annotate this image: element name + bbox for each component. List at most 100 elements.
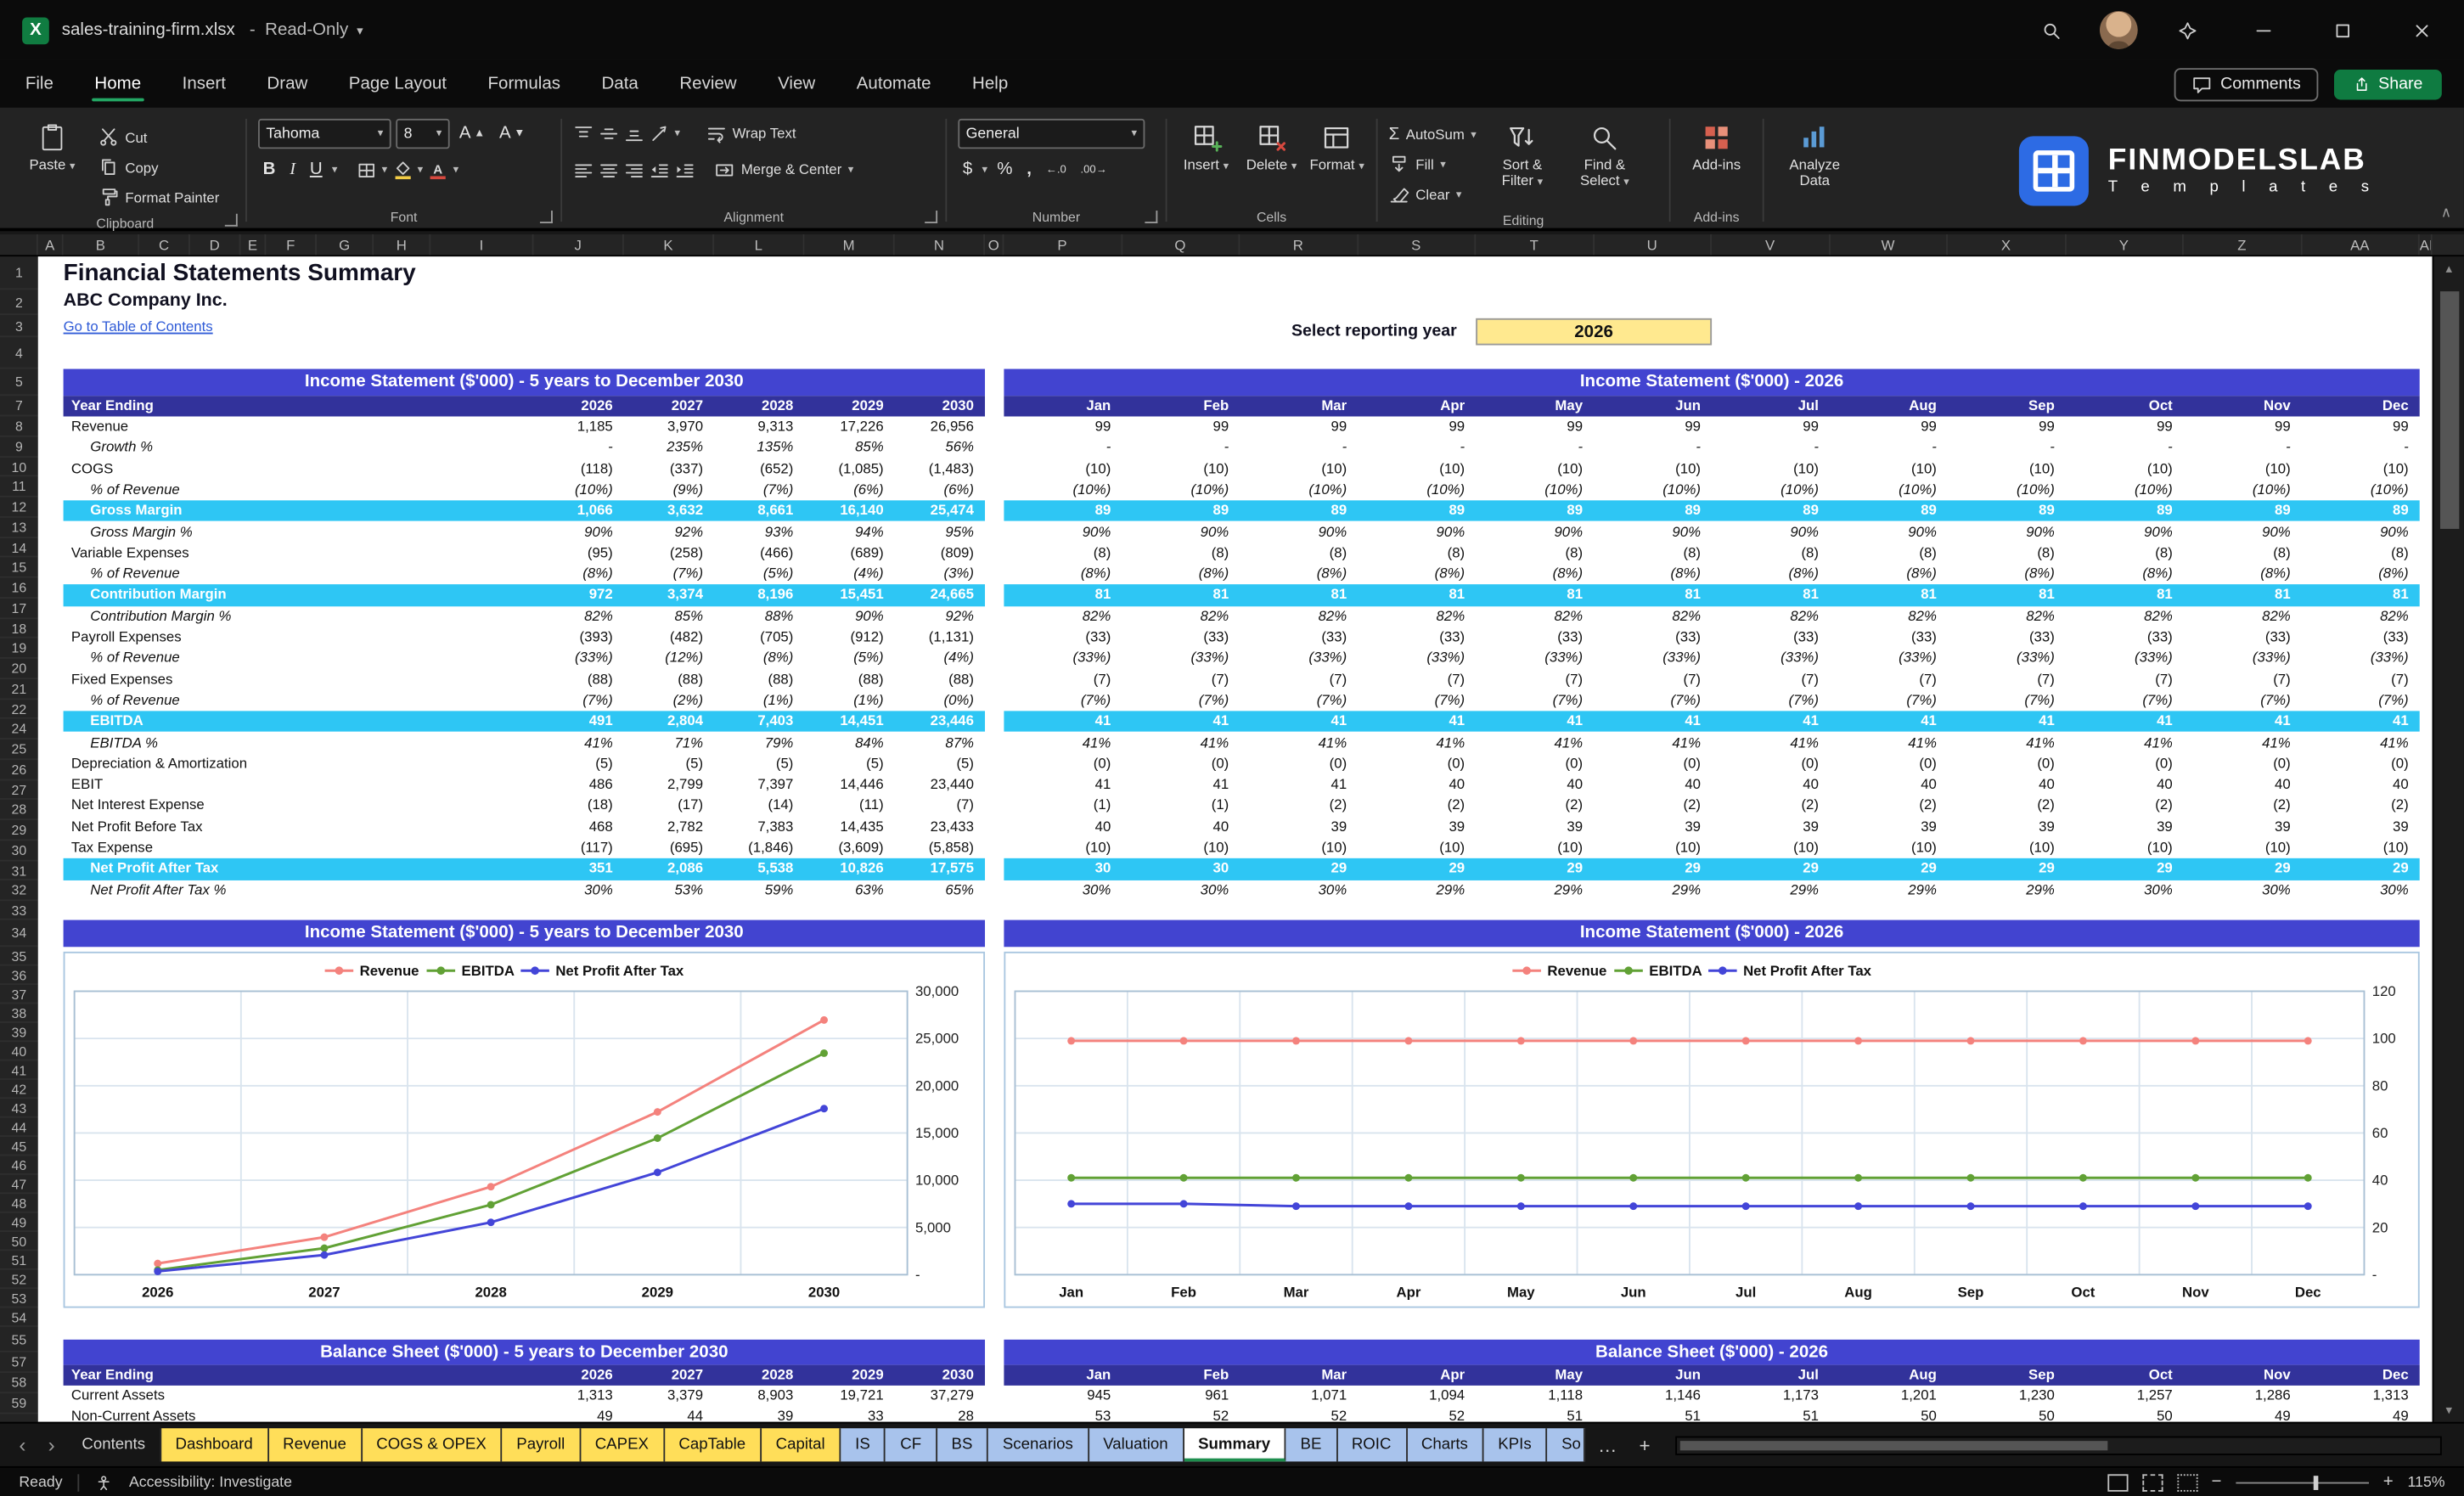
- cell[interactable]: 1,071: [1240, 1386, 1358, 1406]
- sheet-tab-captable[interactable]: CapTable: [665, 1428, 762, 1461]
- cell[interactable]: (393): [534, 627, 624, 649]
- cell[interactable]: (33): [1594, 627, 1712, 649]
- cell[interactable]: (8): [1712, 543, 1830, 564]
- row-header-16[interactable]: 16: [0, 578, 38, 599]
- merge-center-button[interactable]: Merge & Center▾: [714, 156, 853, 183]
- row-header-5[interactable]: 5: [0, 369, 38, 396]
- income-annual-row[interactable]: Net Profit Before Tax4682,7827,38314,435…: [64, 817, 985, 838]
- cell[interactable]: 81: [1240, 585, 1358, 606]
- menu-tab-formulas[interactable]: Formulas: [485, 65, 564, 103]
- cell[interactable]: 51: [1594, 1406, 1712, 1422]
- cell[interactable]: Jul: [1712, 396, 1830, 416]
- cell[interactable]: 7,383: [714, 817, 804, 838]
- cell[interactable]: (2): [2066, 796, 2184, 817]
- cell[interactable]: (5): [804, 753, 894, 774]
- cell[interactable]: (10%): [1830, 480, 1948, 501]
- column-header-H[interactable]: H: [374, 234, 430, 255]
- row-header-46[interactable]: 46: [0, 1156, 38, 1174]
- cell[interactable]: 30: [1122, 858, 1240, 880]
- cell[interactable]: (10): [1948, 838, 2066, 859]
- column-header-J[interactable]: J: [534, 234, 624, 255]
- income-annual-banner[interactable]: Income Statement ($'000) - 5 years to De…: [64, 369, 985, 396]
- maximize-button[interactable]: [2315, 6, 2369, 53]
- row-header-43[interactable]: 43: [0, 1099, 38, 1117]
- column-header-Z[interactable]: Z: [2184, 234, 2302, 255]
- addins-button[interactable]: Add-ins: [1682, 117, 1752, 172]
- cell[interactable]: (33): [2066, 627, 2184, 649]
- cell[interactable]: -: [534, 437, 624, 458]
- cell[interactable]: 2028: [714, 1365, 804, 1386]
- cell[interactable]: (7%): [1830, 690, 1948, 711]
- cell[interactable]: 40: [1948, 774, 2066, 796]
- cell[interactable]: (8): [2184, 543, 2302, 564]
- cell[interactable]: (33%): [2302, 648, 2420, 669]
- cell[interactable]: 94%: [804, 522, 894, 543]
- cell[interactable]: 81: [1476, 585, 1594, 606]
- cell[interactable]: 2030: [895, 1365, 985, 1386]
- cell[interactable]: (0): [1594, 753, 1712, 774]
- font-dialog-launcher[interactable]: [540, 211, 553, 223]
- cell[interactable]: (0): [1712, 753, 1830, 774]
- row-header-37[interactable]: 37: [0, 985, 38, 1004]
- cell[interactable]: 17,226: [804, 416, 894, 437]
- cell[interactable]: (10): [1476, 458, 1594, 480]
- sheet-tab-kpis[interactable]: KPIs: [1483, 1428, 1547, 1461]
- comments-button[interactable]: Comments: [2174, 67, 2318, 100]
- cell[interactable]: 93%: [714, 522, 804, 543]
- cell[interactable]: 40: [1122, 817, 1240, 838]
- format-cells-button[interactable]: Format ▾: [1309, 117, 1365, 176]
- horizontal-scrollbar[interactable]: [1675, 1436, 2441, 1454]
- normal-view-icon[interactable]: [2107, 1473, 2127, 1491]
- cell[interactable]: (10%): [1122, 480, 1240, 501]
- column-header-E[interactable]: E: [240, 234, 266, 255]
- cell[interactable]: 59%: [714, 880, 804, 901]
- cell[interactable]: 3,970: [624, 416, 714, 437]
- cell[interactable]: (8%): [1476, 564, 1594, 585]
- menu-tab-review[interactable]: Review: [677, 65, 740, 103]
- income-monthly-row[interactable]: 41%41%41%41%41%41%41%41%41%41%41%41%: [1004, 733, 2419, 754]
- cell[interactable]: (7%): [1122, 690, 1240, 711]
- select-all-corner[interactable]: [0, 234, 38, 255]
- income-monthly-row[interactable]: 303029292929292929292929: [1004, 858, 2419, 880]
- cell[interactable]: 29: [1712, 858, 1830, 880]
- cell[interactable]: (10): [1594, 838, 1712, 859]
- cell[interactable]: (10): [1122, 458, 1240, 480]
- cell[interactable]: 40: [1358, 774, 1476, 796]
- income-annual-row[interactable]: EBITDA %41%71%79%84%87%: [64, 733, 985, 754]
- cell[interactable]: (10): [2066, 458, 2184, 480]
- cell[interactable]: (705): [714, 627, 804, 649]
- cell[interactable]: 82%: [1594, 606, 1712, 627]
- cell[interactable]: (33%): [1594, 648, 1712, 669]
- cell[interactable]: 39: [2066, 817, 2184, 838]
- cell[interactable]: 40: [1830, 774, 1948, 796]
- cell[interactable]: (2%): [624, 690, 714, 711]
- sheet-tab-charts[interactable]: Charts: [1407, 1428, 1483, 1461]
- cell[interactable]: 24,665: [895, 585, 985, 606]
- cell[interactable]: (8): [1948, 543, 2066, 564]
- cell[interactable]: (14): [714, 796, 804, 817]
- cell[interactable]: (2): [1830, 796, 1948, 817]
- cell[interactable]: (7): [1358, 669, 1476, 690]
- cell[interactable]: 90%: [1594, 522, 1712, 543]
- cell[interactable]: 90%: [1948, 522, 2066, 543]
- cell[interactable]: Jun: [1594, 396, 1712, 416]
- cell[interactable]: 85%: [624, 606, 714, 627]
- menu-tab-home[interactable]: Home: [92, 65, 144, 103]
- cell[interactable]: (7): [1122, 669, 1240, 690]
- cell[interactable]: (8): [1830, 543, 1948, 564]
- cell[interactable]: 92%: [895, 606, 985, 627]
- menu-tab-draw[interactable]: Draw: [264, 65, 311, 103]
- cell[interactable]: (8%): [2302, 564, 2420, 585]
- cell[interactable]: Aug: [1830, 396, 1948, 416]
- cell[interactable]: (10%): [1240, 480, 1358, 501]
- cell[interactable]: Aug: [1830, 1365, 1948, 1386]
- balance-monthly-row[interactable]: 9459611,0711,0941,1181,1461,1731,2011,23…: [1004, 1386, 2419, 1406]
- insert-cells-button[interactable]: Insert ▾: [1179, 117, 1235, 176]
- cell[interactable]: (33%): [1240, 648, 1358, 669]
- cell[interactable]: (10): [1712, 458, 1830, 480]
- cell[interactable]: Feb: [1122, 396, 1240, 416]
- cell[interactable]: 2026: [534, 1365, 624, 1386]
- cell[interactable]: (7%): [2066, 690, 2184, 711]
- cell[interactable]: 99: [1240, 416, 1358, 437]
- cell[interactable]: (7): [2066, 669, 2184, 690]
